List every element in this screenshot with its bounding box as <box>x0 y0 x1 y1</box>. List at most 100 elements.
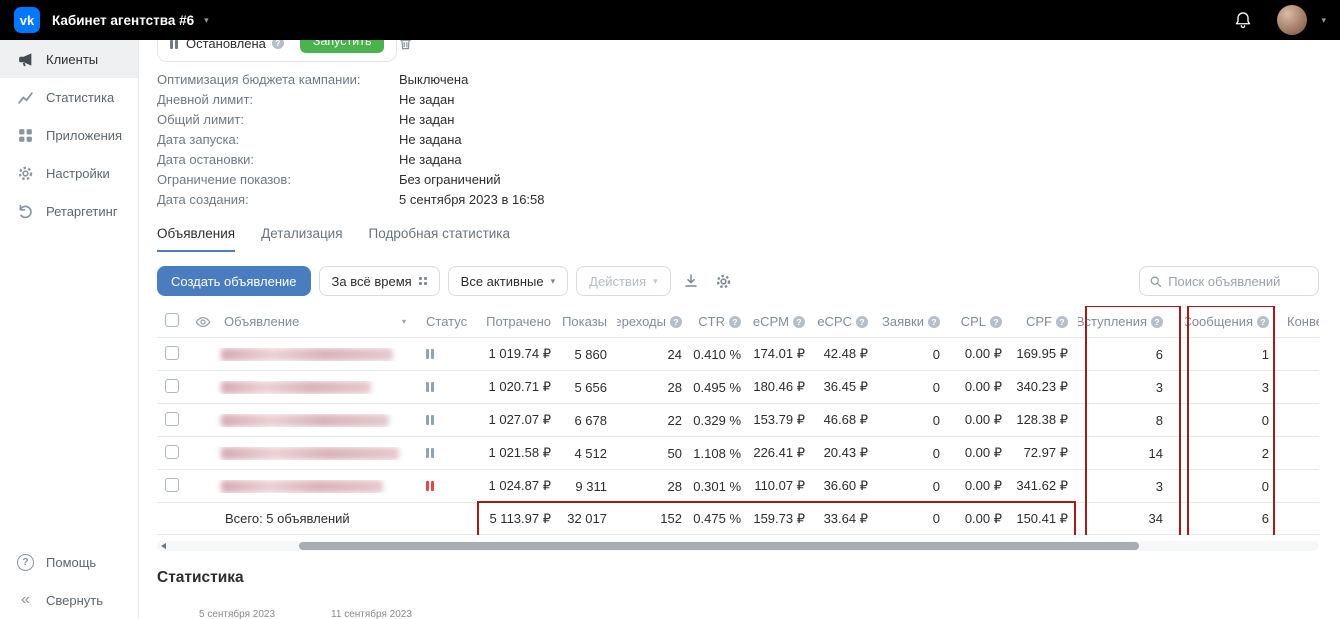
cell-spent: 1 019.74 ₽ <box>481 346 561 362</box>
sidebar-item-label: Клиенты <box>46 52 98 67</box>
cell-cpl: 0.00 ₽ <box>950 445 1012 461</box>
cell-spent: 1 027.07 ₽ <box>481 412 561 428</box>
cell-messages: 1 <box>1185 347 1281 362</box>
notifications-bell-icon[interactable] <box>1233 10 1253 30</box>
help-icon[interactable]: ? <box>729 316 741 328</box>
sidebar-item-clients[interactable]: Клиенты <box>0 40 138 78</box>
detail-value: Без ограничений <box>399 170 501 190</box>
ad-name-redacted[interactable] <box>221 414 389 427</box>
table-row[interactable]: 1 021.58 ₽ 4 512 50 1.108 % 226.41 ₽ 20.… <box>157 437 1319 470</box>
totals-leads: 0 <box>878 511 950 526</box>
statistics-heading: Статистика <box>157 569 1340 587</box>
table-row[interactable]: 1 020.71 ₽ 5 656 28 0.495 % 180.46 ₽ 36.… <box>157 371 1319 404</box>
status-help-icon[interactable]: ? <box>272 40 284 49</box>
chevron-down-icon: ▾ <box>653 276 658 287</box>
help-icon[interactable]: ? <box>793 316 805 328</box>
ad-name-redacted[interactable] <box>221 480 383 493</box>
help-icon[interactable]: ? <box>670 316 682 328</box>
ad-name-redacted[interactable] <box>221 381 371 394</box>
help-icon[interactable]: ? <box>1056 316 1068 328</box>
row-checkbox[interactable] <box>165 478 179 492</box>
table-row[interactable]: 1 027.07 ₽ 6 678 22 0.329 % 153.79 ₽ 46.… <box>157 404 1319 437</box>
horizontal-scrollbar[interactable] <box>157 541 1319 551</box>
export-download-button[interactable] <box>679 269 703 293</box>
sidebar-item-label: Помощь <box>46 555 96 570</box>
gear-icon <box>715 273 732 290</box>
cell-shows: 4 512 <box>561 446 617 461</box>
apps-grid-icon <box>17 127 34 144</box>
cell-ecpm: 226.41 ₽ <box>751 445 815 461</box>
cell-messages: 2 <box>1185 446 1281 461</box>
table-settings-button[interactable] <box>711 269 736 294</box>
column-ad[interactable]: Объявление <box>217 314 402 329</box>
row-checkbox[interactable] <box>165 445 179 459</box>
help-icon[interactable]: ? <box>1151 316 1163 328</box>
tab-detailed-statistics[interactable]: Подробная статистика <box>369 226 510 252</box>
ad-name-redacted[interactable] <box>221 447 399 460</box>
status-filter-dropdown[interactable]: Все активные ▾ <box>448 266 568 296</box>
cell-messages: 3 <box>1185 380 1281 395</box>
start-campaign-button[interactable]: Запустить <box>300 40 385 53</box>
help-icon[interactable]: ? <box>1257 316 1269 328</box>
create-ad-button[interactable]: Создать объявление <box>157 266 311 296</box>
cell-joins: 3 <box>1078 479 1185 494</box>
actions-dropdown[interactable]: Действия ▾ <box>576 266 671 296</box>
column-clicks[interactable]: Переходы? <box>617 314 692 329</box>
column-ecpm[interactable]: eCPM? <box>751 314 815 329</box>
scrollbar-left-arrow-icon[interactable] <box>161 543 166 549</box>
pause-icon <box>426 446 436 461</box>
sidebar: Клиенты Статистика Приложения Настройки … <box>0 40 139 619</box>
sidebar-item-help[interactable]: ? Помощь <box>0 543 138 581</box>
detail-label: Оптимизация бюджета кампании: <box>157 70 399 90</box>
scrollbar-thumb[interactable] <box>299 542 1139 550</box>
tabs-bar: Объявления Детализация Подробная статист… <box>157 226 1340 252</box>
column-leads[interactable]: Заявки? <box>878 314 950 329</box>
tab-ads[interactable]: Объявления <box>157 226 235 252</box>
row-checkbox[interactable] <box>165 346 179 360</box>
period-select-button[interactable]: За всё время <box>319 266 440 296</box>
sidebar-item-collapse[interactable]: « Свернуть <box>0 581 138 619</box>
pause-icon-red <box>426 479 436 494</box>
totals-cpl: 0.00 ₽ <box>950 511 1012 527</box>
chevron-down-icon[interactable]: ▾ <box>204 16 209 25</box>
cabinet-title[interactable]: Кабинет агентства #6 <box>52 13 194 28</box>
ads-toolbar: Создать объявление За всё время Все акти… <box>157 266 1319 296</box>
select-all-checkbox[interactable] <box>165 313 179 327</box>
row-checkbox[interactable] <box>165 379 179 393</box>
detail-label: Дата запуска: <box>157 130 399 150</box>
tab-detailing[interactable]: Детализация <box>261 226 342 252</box>
avatar-chevron-down-icon[interactable]: ▾ <box>1321 16 1326 25</box>
help-icon[interactable]: ? <box>990 316 1002 328</box>
sort-icon[interactable]: ▾ <box>402 317 406 326</box>
row-checkbox[interactable] <box>165 412 179 426</box>
cell-shows: 5 860 <box>561 347 617 362</box>
help-icon[interactable]: ? <box>856 316 868 328</box>
sidebar-item-apps[interactable]: Приложения <box>0 116 138 154</box>
search-input[interactable] <box>1168 274 1309 289</box>
delete-campaign-button[interactable] <box>398 40 413 51</box>
column-messages[interactable]: Сообщения? <box>1185 314 1281 329</box>
ad-name-redacted[interactable] <box>221 348 393 361</box>
user-avatar[interactable] <box>1277 5 1307 35</box>
vk-logo-icon[interactable]: vk <box>14 7 40 33</box>
column-ctr[interactable]: CTR? <box>692 314 751 329</box>
help-icon[interactable]: ? <box>928 316 940 328</box>
column-cpl[interactable]: CPL? <box>950 314 1012 329</box>
gear-icon <box>17 165 34 182</box>
totals-messages: 6 <box>1185 511 1281 526</box>
column-status[interactable]: Статус <box>420 314 481 329</box>
column-spent[interactable]: Потрачено <box>481 314 561 329</box>
sidebar-item-statistics[interactable]: Статистика <box>0 78 138 116</box>
column-shows[interactable]: Показы <box>561 314 617 329</box>
table-row[interactable]: 1 024.87 ₽ 9 311 28 0.301 % 110.07 ₽ 36.… <box>157 470 1319 503</box>
totals-ecpc: 33.64 ₽ <box>815 511 878 527</box>
column-cpf[interactable]: CPF? <box>1012 314 1078 329</box>
sidebar-item-retargeting[interactable]: Ретаргетинг <box>0 192 138 230</box>
table-row[interactable]: 1 019.74 ₽ 5 860 24 0.410 % 174.01 ₽ 42.… <box>157 338 1319 371</box>
cell-messages: 0 <box>1185 413 1281 428</box>
sidebar-item-settings[interactable]: Настройки <box>0 154 138 192</box>
cell-cpl: 0.00 ₽ <box>950 379 1012 395</box>
column-conversions[interactable]: Конве <box>1281 314 1319 329</box>
column-ecpc[interactable]: eCPC? <box>815 314 878 329</box>
column-joins[interactable]: Вступления? <box>1078 314 1185 329</box>
